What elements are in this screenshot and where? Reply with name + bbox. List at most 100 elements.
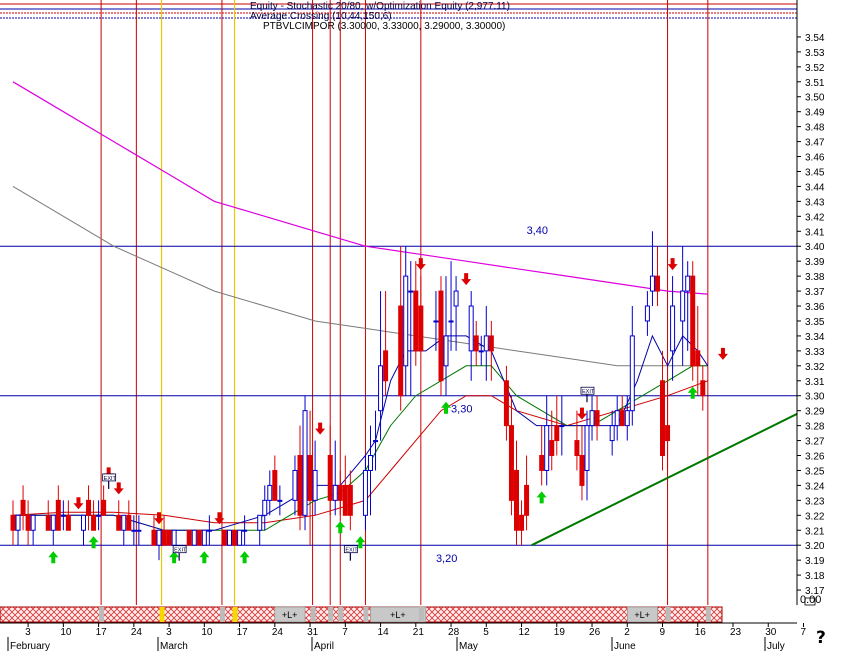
strip-signal-cell — [310, 607, 316, 622]
candle-body — [272, 469, 278, 501]
time-tick-label: 24 — [131, 627, 143, 638]
candle-body — [206, 529, 212, 532]
candle-body — [403, 275, 409, 367]
candle-body — [554, 425, 560, 442]
candle-body — [413, 290, 419, 352]
month-label: March — [160, 641, 188, 651]
time-tick-label: 17 — [96, 627, 108, 638]
candle-body — [151, 529, 157, 546]
strip-signal-cell — [363, 607, 369, 622]
candle-body — [50, 514, 56, 531]
candle-body — [96, 514, 102, 517]
candle-body — [660, 380, 666, 457]
time-tick-label: 30 — [765, 627, 777, 638]
price-tick-label: 3.31 — [805, 377, 825, 388]
candle-body — [478, 350, 484, 353]
candle-body — [262, 499, 268, 516]
price-tick-label: 3.43 — [805, 197, 825, 208]
candle-body — [227, 529, 233, 546]
strip-signal-cell — [328, 607, 334, 622]
candle-body — [649, 275, 655, 292]
candle-body — [121, 514, 127, 531]
candle-body — [126, 514, 132, 531]
level-label: 3,30 — [451, 404, 472, 416]
time-tick-label: 12 — [519, 627, 531, 638]
indicator-legend: Equity - Stochastic 20/80, w/Optimizatio… — [250, 2, 510, 32]
candle-body — [312, 469, 318, 501]
candle-body — [539, 455, 545, 471]
candle-body — [619, 410, 625, 427]
candle-body — [327, 455, 333, 501]
price-tick-label: 3.44 — [805, 182, 825, 193]
candle-body — [25, 514, 31, 531]
price-tick-label: 3.35 — [805, 317, 825, 328]
strip-signal-cell — [232, 607, 238, 622]
candle-body — [307, 455, 313, 501]
candle-body — [559, 425, 565, 428]
time-tick-label: 7 — [800, 627, 806, 638]
candle-body — [453, 290, 459, 307]
candle-body — [519, 514, 525, 531]
exit-marker-label: EXIT — [582, 389, 595, 395]
candle-body — [232, 529, 238, 546]
candle-body — [297, 455, 303, 516]
price-tick-label: 3.29 — [805, 407, 825, 418]
price-tick-label: 3.38 — [805, 272, 825, 283]
time-tick-label: 16 — [695, 627, 707, 638]
time-tick-label: 3 — [25, 627, 31, 638]
candle-body — [55, 499, 61, 531]
candle-body — [654, 275, 660, 292]
candle-body — [665, 425, 671, 442]
time-tick-label: 14 — [378, 627, 390, 638]
price-tick-label: 3.41 — [805, 227, 825, 238]
month-label: February — [10, 641, 50, 651]
candle-body — [524, 484, 530, 516]
candle-body — [136, 529, 142, 532]
strip-signal-cell — [338, 607, 344, 622]
candle-body — [579, 455, 585, 486]
candle-body — [171, 529, 177, 546]
price-tick-label: 3.33 — [805, 347, 825, 358]
candle-body — [15, 514, 21, 531]
candle-body — [378, 365, 384, 412]
candle-body — [10, 514, 16, 531]
candle-body — [690, 275, 696, 367]
position-strip — [0, 606, 723, 623]
price-tick-label: 3.24 — [805, 481, 825, 492]
price-tick-label: 3.18 — [805, 571, 825, 582]
price-tick-label: 3.21 — [805, 526, 825, 537]
candle-body — [131, 529, 137, 532]
equity-axis-min: 0.00 — [800, 594, 822, 606]
candle-body — [91, 514, 97, 531]
candle-body — [166, 529, 172, 546]
candle-body — [408, 290, 414, 293]
candle-body — [60, 514, 66, 517]
candle-body — [670, 305, 676, 352]
strip-signal-cell — [418, 607, 424, 622]
candle-body — [362, 469, 368, 516]
price-tick-label: 3.32 — [805, 362, 825, 373]
candle-body — [337, 484, 343, 501]
candle-body — [488, 335, 494, 352]
month-label: July — [767, 641, 785, 651]
time-tick-label: 31 — [307, 627, 319, 638]
candle-body — [448, 320, 454, 323]
legend-symbol-ohlc: PTBVLCIMPOR (3.30000, 3.33000, 3.29000, … — [263, 21, 506, 32]
price-tick-label: 3.46 — [805, 153, 825, 164]
candle-body — [20, 499, 26, 516]
candle-body — [302, 410, 308, 516]
month-label: May — [459, 641, 478, 651]
candle-body — [292, 469, 298, 501]
time-tick-label: 7 — [342, 627, 348, 638]
time-tick-label: 26 — [589, 627, 601, 638]
price-tick-label: 3.50 — [805, 93, 825, 104]
help-button[interactable]: ? — [816, 628, 826, 648]
candle-body — [574, 440, 580, 457]
candle-body — [86, 499, 92, 516]
price-tick-label: 3.48 — [805, 123, 825, 134]
exit-marker-label: EXIT — [174, 548, 187, 554]
strip-signal-cell — [159, 607, 165, 622]
candle-body — [418, 305, 424, 352]
candle-body — [45, 514, 51, 531]
candle-body — [65, 514, 71, 531]
